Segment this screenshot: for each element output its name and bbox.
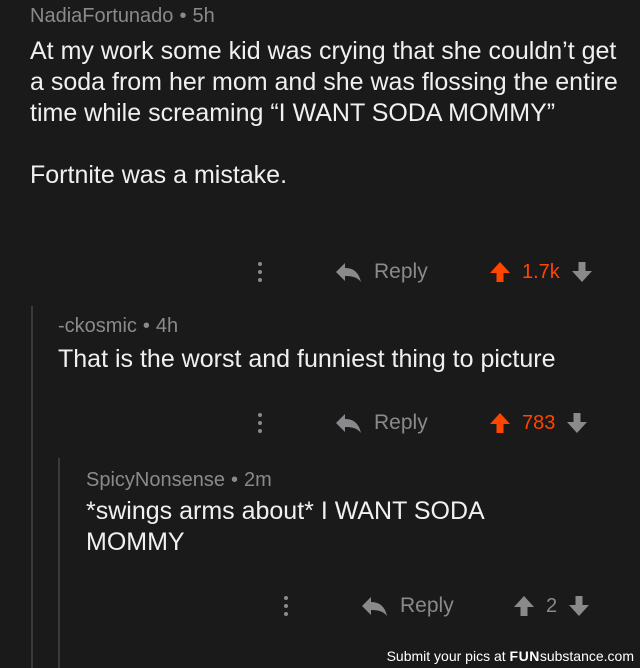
comment-actions-2: Reply 783 — [0, 403, 640, 443]
reply-button[interactable]: Reply — [360, 594, 454, 618]
vote-controls: 2 — [512, 594, 591, 618]
downvote-arrow-icon[interactable] — [567, 594, 591, 618]
comment-body: At my work some kid was crying that she … — [30, 36, 630, 191]
vertical-ellipsis-icon[interactable] — [284, 596, 290, 616]
reply-arrow-icon — [362, 597, 387, 616]
reply-arrow-icon — [336, 263, 361, 282]
upvote-arrow-icon[interactable] — [512, 594, 536, 618]
footer-brand-rest: substance — [539, 648, 604, 664]
meta-separator: • — [142, 315, 150, 337]
comment-age: 5h — [192, 5, 215, 27]
footer-prefix: Submit your pics at — [386, 648, 506, 664]
comment-age: 2m — [243, 469, 272, 491]
comment-body: That is the worst and funniest thing to … — [58, 344, 638, 375]
comment-actions-1: Reply 1.7k — [0, 252, 640, 292]
reply-label: Reply — [374, 411, 428, 434]
vote-score: 783 — [522, 411, 556, 434]
vertical-ellipsis-icon[interactable] — [258, 262, 264, 282]
downvote-arrow-icon[interactable] — [570, 260, 594, 284]
vote-score: 1.7k — [522, 260, 560, 283]
thread-line-2 — [58, 458, 60, 668]
comment-paragraph: That is the worst and funniest thing to … — [58, 345, 556, 373]
watermark-footer: Submit your pics at FUNsubstance.com — [387, 648, 634, 664]
vote-controls: 783 — [488, 411, 589, 435]
comment-paragraph: *swings arms about* I WANT SODA MOMMY — [86, 497, 484, 556]
vertical-ellipsis-icon[interactable] — [258, 413, 264, 433]
upvote-arrow-icon[interactable] — [488, 260, 512, 284]
comment-paragraph: Fortnite was a mistake. — [30, 161, 288, 189]
comment-2: -ckosmic • 4h That is the worst and funnie… — [58, 314, 638, 375]
reply-label: Reply — [374, 260, 428, 283]
vote-controls: 1.7k — [488, 260, 594, 284]
comment-1: NadiaFortunado • 5h At my work some kid wa… — [30, 4, 630, 191]
downvote-arrow-icon[interactable] — [565, 411, 589, 435]
reply-button[interactable]: Reply — [334, 411, 428, 435]
footer-brand-bold: FUN — [509, 648, 540, 664]
vote-score: 2 — [546, 594, 558, 617]
upvote-arrow-icon[interactable] — [488, 411, 512, 435]
comment-meta: SpicyNonsense • 2m — [86, 468, 536, 492]
comment-meta: -ckosmic • 4h — [58, 314, 638, 338]
comment-actions-3: Reply 2 — [0, 586, 640, 626]
comment-body: *swings arms about* I WANT SODA MOMMY — [86, 496, 536, 558]
author-name[interactable]: NadiaFortunado — [30, 5, 173, 27]
author-name[interactable]: -ckosmic — [58, 315, 137, 337]
reply-label: Reply — [400, 594, 454, 617]
footer-suffix: .com — [603, 648, 634, 664]
reply-arrow-icon — [336, 414, 361, 433]
reply-button[interactable]: Reply — [334, 260, 428, 284]
meta-separator: • — [230, 469, 238, 491]
comment-paragraph: At my work some kid was crying that she … — [30, 37, 618, 127]
meta-separator: • — [179, 5, 187, 27]
comment-meta: NadiaFortunado • 5h — [30, 4, 630, 28]
comment-age: 4h — [155, 315, 179, 337]
author-name[interactable]: SpicyNonsense — [86, 469, 225, 491]
comment-3: SpicyNonsense • 2m *swings arms about* I W… — [86, 468, 536, 558]
